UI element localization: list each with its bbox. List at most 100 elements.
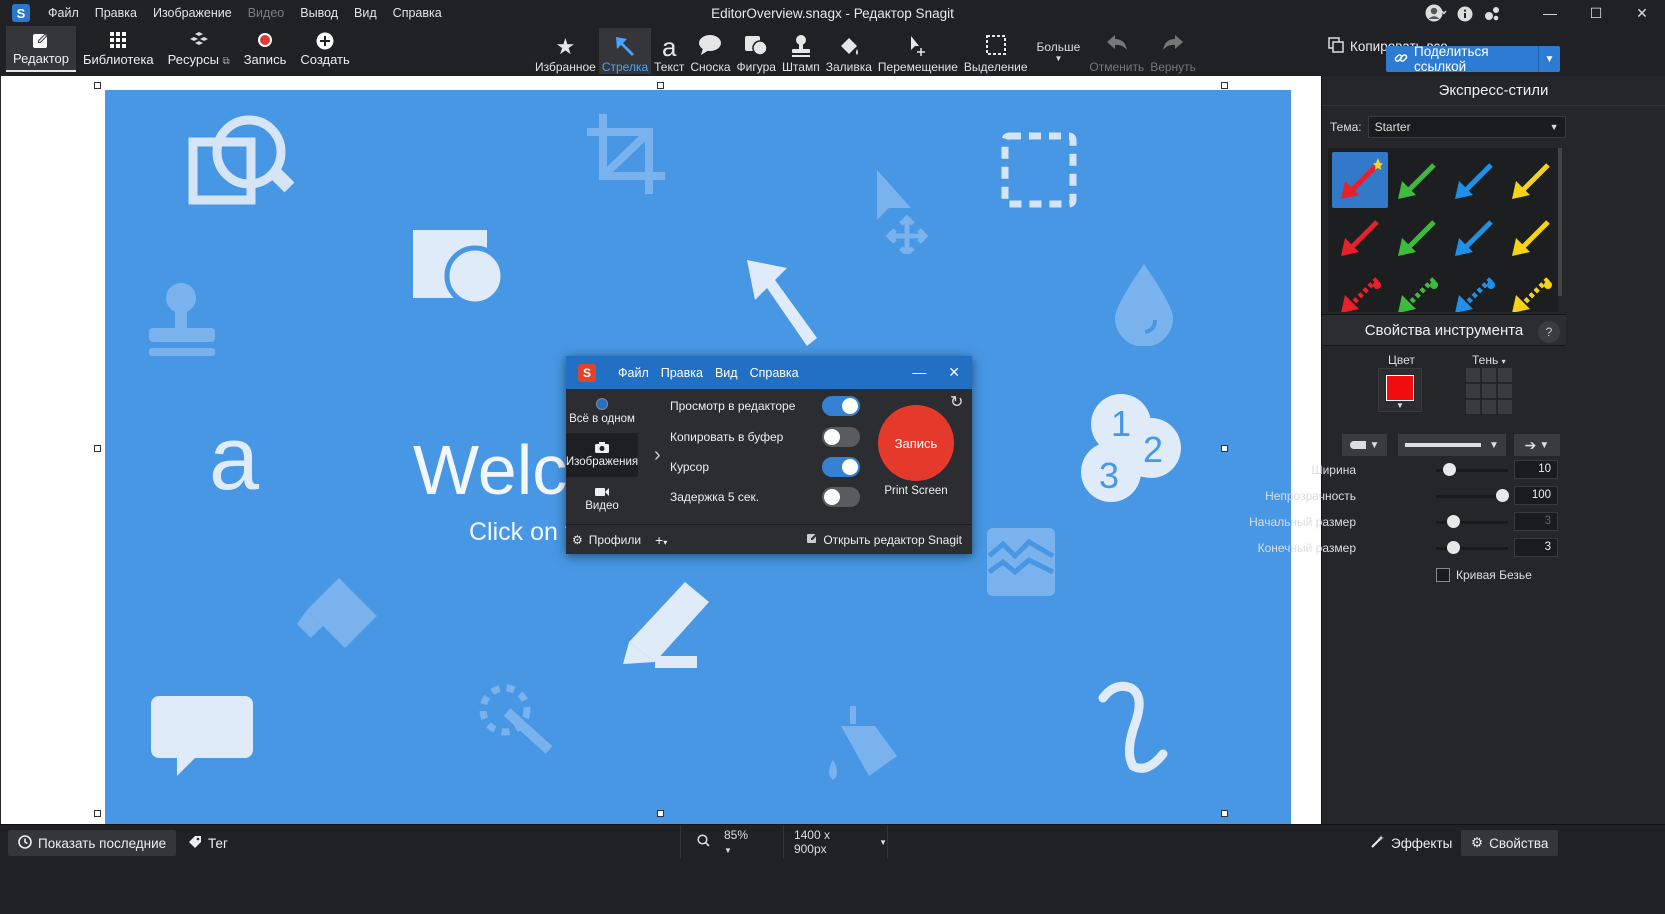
tool-stamp[interactable]: Штамп [779, 28, 823, 74]
tab-editor[interactable]: Редактор [6, 26, 76, 72]
toggle-copy-to-clipboard[interactable] [822, 427, 860, 447]
quick-style-swatch[interactable] [1389, 266, 1445, 312]
menu-output[interactable]: Вывод [300, 6, 338, 20]
toggle-delay[interactable] [822, 487, 860, 507]
slider-thumb[interactable] [1443, 463, 1457, 476]
resize-handle-sw[interactable] [94, 810, 101, 817]
mode-all-in-one[interactable]: Всё в одном [566, 389, 638, 433]
resize-handle-s[interactable] [657, 810, 664, 817]
resize-handle-e[interactable] [1221, 445, 1228, 452]
share-link-button[interactable]: Поделиться ссылкой ▼ [1386, 44, 1560, 74]
menu-video[interactable]: Видео [248, 6, 285, 20]
shadow-label[interactable]: Тень ▾ [1472, 353, 1506, 367]
capture-menu-file[interactable]: Файл [618, 366, 649, 380]
profiles-button[interactable]: Профили [589, 533, 641, 547]
gear-icon[interactable]: ⚙ [572, 533, 583, 547]
capture-minimize-button[interactable]: — [912, 364, 926, 381]
add-profile-button[interactable]: +▾ [655, 532, 667, 548]
capture-menu-edit[interactable]: Правка [661, 366, 703, 380]
tool-selection[interactable]: Выделение [961, 28, 1031, 74]
capture-menu-view[interactable]: Вид [715, 366, 738, 380]
toggle-preview-in-editor[interactable] [822, 396, 860, 416]
capture-menu-help[interactable]: Справка [750, 366, 799, 380]
snagit-logo-icon[interactable]: S [12, 4, 30, 22]
mode-video[interactable]: Видео [566, 477, 638, 521]
menu-image[interactable]: Изображение [153, 6, 232, 20]
slider-value-input[interactable]: 3 [1514, 538, 1558, 557]
chevron-right-icon[interactable]: › [654, 444, 661, 467]
slider-thumb[interactable] [1446, 541, 1460, 554]
tool-fill[interactable]: Заливка [823, 28, 875, 74]
arrow-end-style-dropdown[interactable]: ➔ ▼ [1514, 434, 1560, 456]
undo-button[interactable]: Отменить [1086, 28, 1147, 74]
styles-scrollbar[interactable] [1558, 148, 1562, 296]
show-recent-button[interactable]: Показать последние [8, 830, 177, 856]
notifications-icon[interactable] [1483, 4, 1501, 21]
tag-button[interactable]: Тег [188, 830, 228, 856]
tab-record[interactable]: Запись [237, 26, 294, 72]
tab-library[interactable]: Библиотека [76, 26, 161, 72]
close-button[interactable]: ✕ [1619, 5, 1665, 22]
slider-thumb[interactable] [1446, 515, 1460, 528]
properties-button[interactable]: ⚙ Свойства [1461, 830, 1559, 856]
image-size-dropdown[interactable]: 1400 x 900px ▼ [782, 825, 887, 859]
line-style-dropdown[interactable]: ▼ [1398, 434, 1506, 456]
resize-handle-n[interactable] [657, 82, 664, 89]
tab-resources[interactable]: Ресурсы ⧉ [161, 26, 237, 72]
info-icon[interactable] [1457, 4, 1473, 22]
menu-help[interactable]: Справка [393, 6, 442, 20]
tab-create[interactable]: Создать [293, 26, 356, 72]
tool-text[interactable]: a Текст [651, 28, 687, 74]
mode-image[interactable]: Изображения [566, 433, 638, 477]
menu-file[interactable]: Файл [48, 6, 79, 20]
quick-style-swatch[interactable] [1446, 152, 1502, 208]
tool-move[interactable]: Перемещение [875, 28, 961, 74]
capture-close-button[interactable]: ✕ [948, 364, 960, 381]
tool-shape[interactable]: Фигура [734, 28, 779, 74]
theme-select[interactable]: Starter ▼ [1367, 116, 1566, 138]
quick-style-swatch[interactable] [1503, 266, 1558, 312]
open-editor-button[interactable]: Открыть редактор Snagit [807, 533, 962, 547]
bezier-checkbox[interactable] [1436, 568, 1450, 582]
slider-value-input[interactable]: 10 [1514, 460, 1558, 479]
zoom-level-dropdown[interactable]: 85% ▼ [724, 828, 759, 856]
quick-style-swatch[interactable] [1446, 209, 1502, 265]
resize-handle-w[interactable] [94, 445, 101, 452]
tool-favorites[interactable]: ★ Избранное [532, 28, 599, 74]
quick-style-swatch[interactable] [1446, 266, 1502, 312]
tool-selection-label: Выделение [963, 60, 1028, 74]
minimize-button[interactable]: — [1527, 5, 1573, 21]
resize-handle-nw[interactable] [94, 82, 101, 89]
reset-icon[interactable]: ↻ [950, 392, 963, 412]
share-dropdown-icon[interactable]: ▼ [1538, 46, 1560, 72]
bezier-curve-option[interactable]: Кривая Безье [1436, 568, 1532, 582]
effects-button[interactable]: Эффекты [1370, 830, 1452, 856]
arrow-start-style-dropdown[interactable]: ▼ [1342, 434, 1387, 456]
quick-style-swatch[interactable] [1332, 266, 1388, 312]
menu-view[interactable]: Вид [354, 6, 377, 20]
slider-thumb[interactable] [1496, 489, 1509, 502]
color-swatch[interactable]: ▼ [1378, 368, 1422, 412]
shadow-grid[interactable] [1466, 368, 1512, 414]
quick-style-swatch[interactable] [1503, 152, 1558, 208]
quick-style-swatch[interactable] [1332, 152, 1388, 208]
more-tools-button[interactable]: Больше ▼ [1031, 28, 1087, 74]
tool-callout[interactable]: Сноска [687, 28, 733, 74]
maximize-button[interactable]: ☐ [1573, 5, 1619, 22]
resize-handle-ne[interactable] [1221, 82, 1228, 89]
account-icon[interactable] [1425, 4, 1447, 22]
redo-button[interactable]: Вернуть [1147, 28, 1199, 74]
tool-arrow[interactable]: Стрелка [598, 28, 652, 74]
quick-style-swatch[interactable] [1389, 209, 1445, 265]
capture-record-button[interactable]: Запись [878, 405, 954, 481]
toggle-cursor[interactable] [822, 457, 860, 477]
resize-handle-se[interactable] [1221, 810, 1228, 817]
slider-value-input[interactable]: 100 [1514, 486, 1558, 505]
quick-style-swatch[interactable] [1332, 209, 1388, 265]
menu-edit[interactable]: Правка [95, 6, 137, 20]
help-icon[interactable]: ? [1538, 321, 1560, 343]
search-icon[interactable] [697, 834, 710, 850]
slider-value-input[interactable]: 3 [1514, 512, 1558, 531]
quick-style-swatch[interactable] [1389, 152, 1445, 208]
quick-style-swatch[interactable] [1503, 209, 1558, 265]
